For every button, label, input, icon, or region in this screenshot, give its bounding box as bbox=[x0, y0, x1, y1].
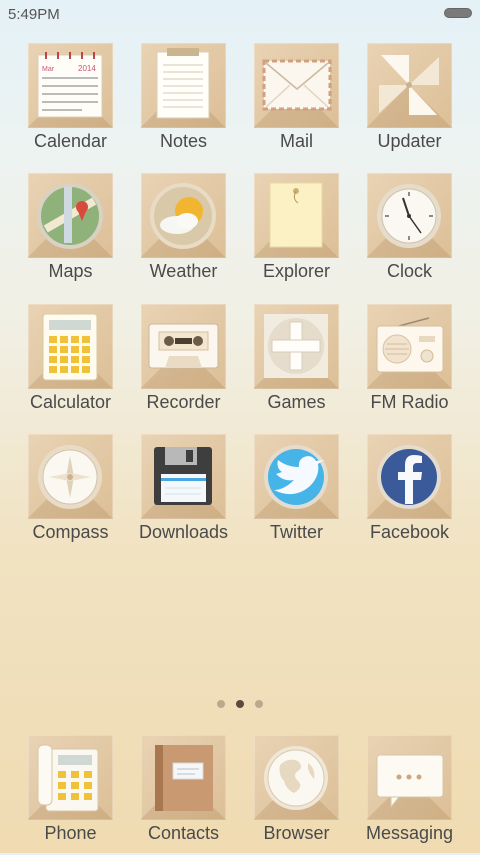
app-maps[interactable]: Maps bbox=[0, 173, 113, 293]
contacts-book-icon bbox=[141, 735, 226, 820]
facebook-icon bbox=[367, 434, 452, 519]
calendar-year: 2014 bbox=[78, 64, 96, 73]
app-calculator[interactable]: Calculator bbox=[0, 304, 113, 424]
app-recorder[interactable]: Recorder bbox=[113, 304, 226, 424]
app-weather[interactable]: Weather bbox=[113, 173, 226, 293]
dock-contacts[interactable]: Contacts bbox=[113, 735, 226, 855]
floppy-disk-icon bbox=[141, 434, 226, 519]
clock-icon bbox=[367, 173, 452, 258]
notes-icon bbox=[141, 43, 226, 128]
app-facebook[interactable]: Facebook bbox=[339, 434, 452, 554]
app-calendar[interactable]: Mar 2014 Calendar bbox=[0, 43, 113, 163]
app-updater[interactable]: Updater bbox=[339, 43, 452, 163]
app-label: Messaging bbox=[365, 823, 454, 843]
app-notes[interactable]: Notes bbox=[113, 43, 226, 163]
page-dot-active[interactable] bbox=[236, 700, 244, 708]
app-explorer[interactable]: Explorer bbox=[226, 173, 339, 293]
map-icon bbox=[28, 173, 113, 258]
app-label: FM Radio bbox=[370, 392, 449, 412]
page-dot[interactable] bbox=[217, 700, 225, 708]
twitter-icon bbox=[254, 434, 339, 519]
pinwheel-icon bbox=[367, 43, 452, 128]
app-compass[interactable]: Compass bbox=[0, 434, 113, 554]
dock-messaging[interactable]: Messaging bbox=[339, 735, 453, 855]
app-downloads[interactable]: Downloads bbox=[113, 434, 228, 554]
page-dot[interactable] bbox=[255, 700, 263, 708]
app-mail[interactable]: Mail bbox=[226, 43, 339, 163]
gamepad-icon bbox=[254, 304, 339, 389]
app-twitter[interactable]: Twitter bbox=[226, 434, 339, 554]
calendar-month: Mar bbox=[42, 66, 55, 73]
globe-icon bbox=[254, 735, 339, 820]
app-games[interactable]: Games bbox=[226, 304, 339, 424]
page-indicator[interactable] bbox=[0, 698, 480, 710]
status-bar: 5:49PM bbox=[0, 0, 480, 28]
battery-icon bbox=[444, 8, 472, 18]
cassette-icon bbox=[141, 304, 226, 389]
app-label: Clock bbox=[386, 261, 432, 281]
dock-browser[interactable]: Browser bbox=[226, 735, 339, 855]
message-bubble-icon bbox=[367, 735, 452, 820]
app-label: Facebook bbox=[369, 522, 450, 542]
dock-phone[interactable]: Phone bbox=[0, 735, 113, 855]
weather-icon bbox=[141, 173, 226, 258]
radio-icon bbox=[367, 304, 452, 389]
status-time: 5:49PM bbox=[8, 6, 60, 23]
app-clock[interactable]: Clock bbox=[339, 173, 452, 293]
app-fmradio[interactable]: FM Radio bbox=[339, 304, 452, 424]
compass-icon bbox=[28, 434, 113, 519]
app-label: Updater bbox=[377, 131, 442, 151]
folder-icon bbox=[254, 173, 339, 258]
calculator-icon bbox=[28, 304, 113, 389]
calendar-icon: Mar 2014 bbox=[28, 43, 113, 128]
phone-icon bbox=[28, 735, 113, 820]
mail-icon bbox=[254, 43, 339, 128]
